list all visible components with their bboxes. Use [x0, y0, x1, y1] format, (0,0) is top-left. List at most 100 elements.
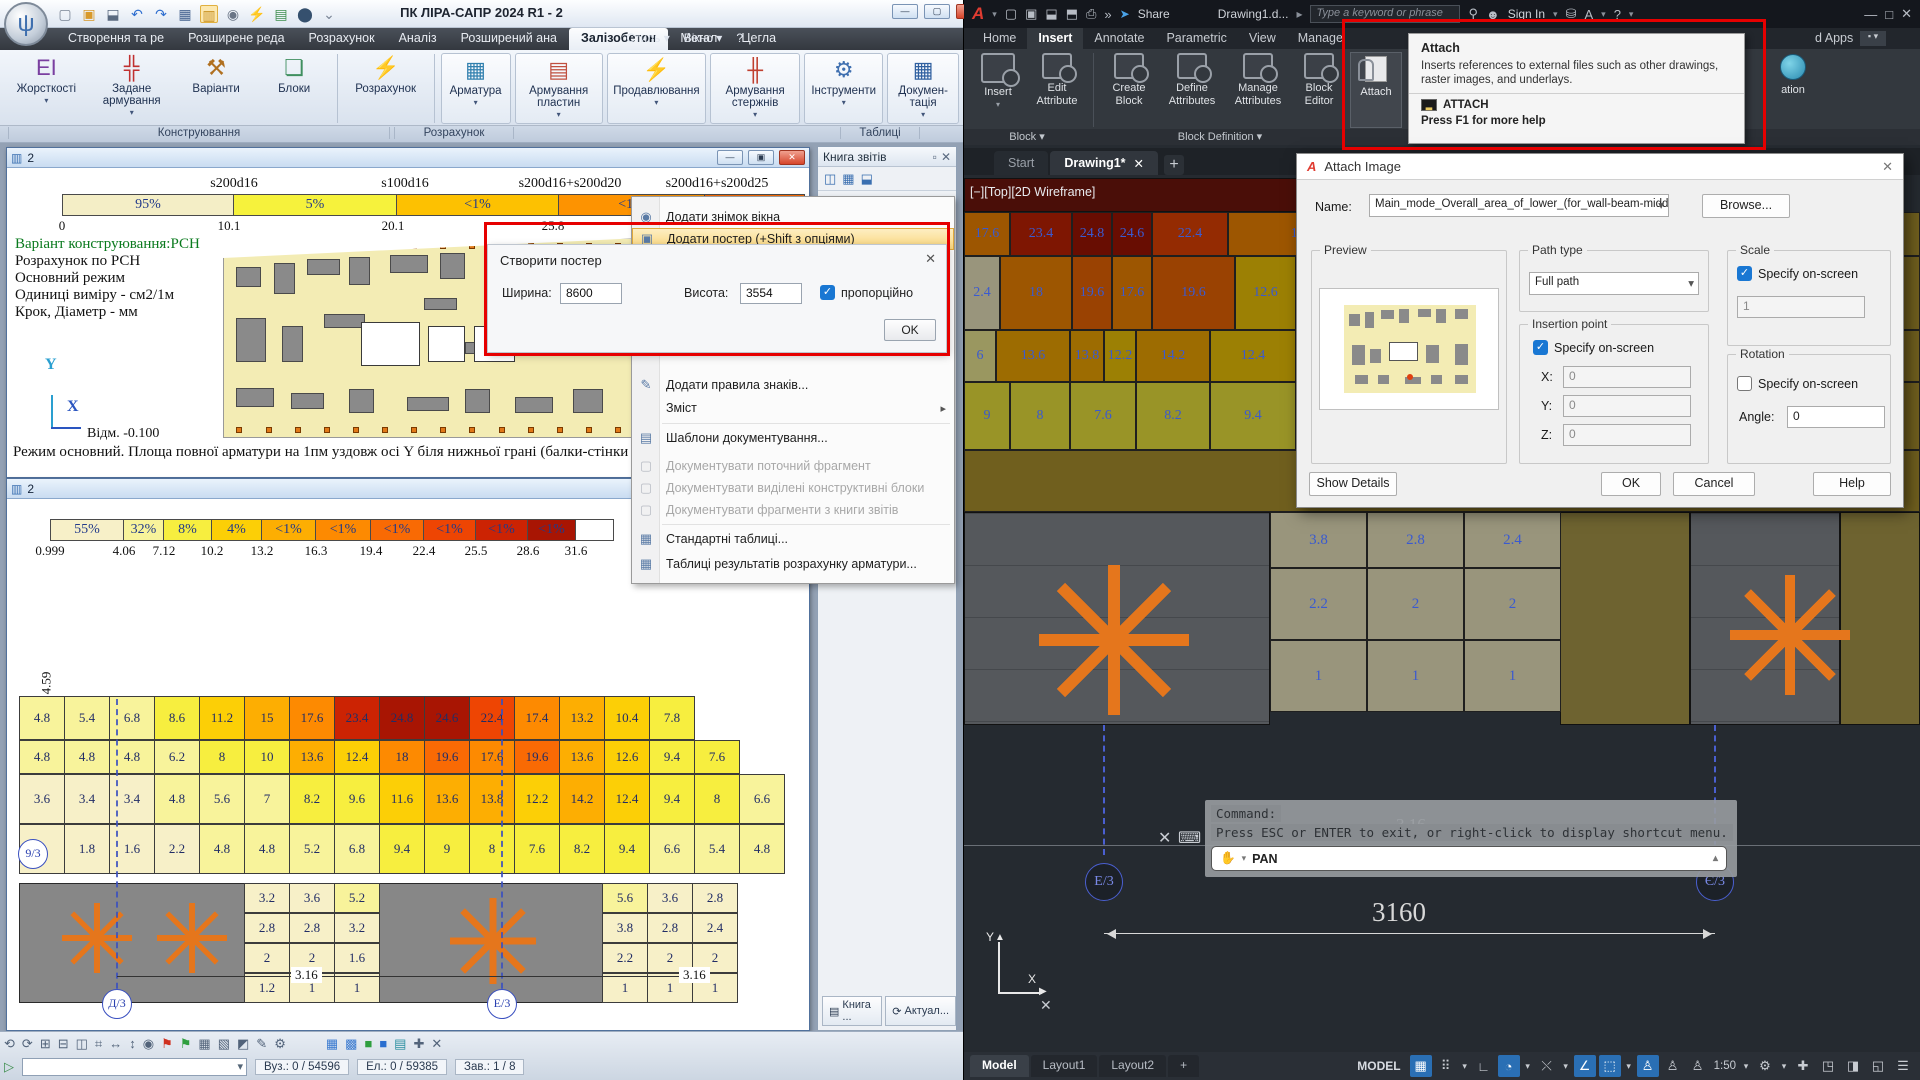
- lira-tab-3[interactable]: Розрахунок: [297, 28, 387, 50]
- group-block-definition[interactable]: Block Definition ▾: [1094, 130, 1346, 143]
- x-input[interactable]: 0: [1563, 366, 1691, 388]
- statusbar-toggle-13[interactable]: ♙: [1687, 1055, 1709, 1077]
- statusbar-toggle-3[interactable]: ∟: [1473, 1055, 1495, 1077]
- status-tool-icon-17[interactable]: ▦: [326, 1035, 338, 1053]
- qat-icon-4[interactable]: ↷: [152, 5, 170, 23]
- insertion-specify-checkbox[interactable]: ✓: [1533, 340, 1548, 355]
- statusbar-toggle-15[interactable]: ▾: [1741, 1055, 1751, 1077]
- statusbar-toggle-14[interactable]: 1:50: [1712, 1055, 1738, 1077]
- statusbar-toggle-0[interactable]: ▦: [1409, 1055, 1432, 1077]
- play-icon[interactable]: ▷: [4, 1058, 14, 1076]
- statusbar-toggle-7[interactable]: ▾: [1561, 1055, 1571, 1077]
- qat-icon-3[interactable]: ↶: [128, 5, 146, 23]
- doc-restore-button[interactable]: ▣: [748, 150, 774, 165]
- report-save-icon[interactable]: ⬓: [861, 170, 873, 188]
- expand-icon[interactable]: ▴: [1713, 853, 1718, 864]
- report-add-icon[interactable]: ◫: [824, 170, 836, 188]
- status-tool-icon-4[interactable]: ◫: [76, 1035, 88, 1053]
- qat-icon-11[interactable]: ⌄: [320, 5, 338, 23]
- create-block-button[interactable]: Create Block: [1099, 51, 1159, 129]
- close-icon[interactable]: ✕: [925, 251, 936, 267]
- ribbon-button-варіанти[interactable]: ⚒ Варіанти: [177, 52, 256, 125]
- pin-icon[interactable]: ▫: [933, 150, 937, 164]
- command-input-bar[interactable]: ✋ ▾ PAN ▴: [1211, 846, 1727, 871]
- status-tool-icon-1[interactable]: ⟳: [22, 1035, 33, 1053]
- attach-button[interactable]: Attach: [1350, 52, 1402, 128]
- tab-report-book[interactable]: ▤ Книга ...: [822, 996, 883, 1026]
- acad-minimize-button[interactable]: —: [1864, 7, 1877, 22]
- status-tool-icon-23[interactable]: ✕: [431, 1035, 442, 1053]
- edit-attribute-button[interactable]: Edit Attribute: [1026, 51, 1088, 129]
- lira-menu-Вікно[interactable]: Вікно ▾: [684, 31, 723, 45]
- acad-tab-home[interactable]: Home: [972, 28, 1027, 49]
- acad-maximize-button[interactable]: □: [1885, 7, 1893, 22]
- layout-tab-layout1[interactable]: Layout1: [1030, 1055, 1098, 1077]
- grid-bubble[interactable]: 9/3: [18, 839, 48, 869]
- status-tool-icon-9[interactable]: ⚑: [161, 1035, 173, 1053]
- status-tool-icon-20[interactable]: ■: [379, 1035, 387, 1053]
- show-details-button[interactable]: Show Details: [1309, 472, 1397, 496]
- search-input[interactable]: Type a keyword or phrase: [1310, 5, 1461, 23]
- ribbon-button-докумен-тація[interactable]: ▦ Докумен-тація ▾: [887, 53, 959, 124]
- close-icon[interactable]: ✕: [1134, 156, 1144, 171]
- more-icon[interactable]: »: [1104, 7, 1111, 22]
- new-drawing-tab-button[interactable]: +: [1164, 155, 1185, 175]
- store-icon[interactable]: ⛁: [1566, 6, 1577, 22]
- statusbar-toggle-5[interactable]: ▾: [1523, 1055, 1533, 1077]
- status-tool-icon-5[interactable]: ⌗: [95, 1035, 102, 1053]
- acad-tab-view[interactable]: View: [1238, 28, 1287, 49]
- manage-attributes-button[interactable]: Manage Attributes: [1225, 51, 1291, 129]
- statusbar-toggle-18[interactable]: ✚: [1792, 1055, 1814, 1077]
- doc-arrow-icon[interactable]: ▸: [1296, 7, 1302, 21]
- lira-minimize-button[interactable]: —: [892, 4, 918, 19]
- ok-button[interactable]: OK: [1601, 472, 1661, 496]
- statusbar-toggle-17[interactable]: ▾: [1779, 1055, 1789, 1077]
- z-input[interactable]: 0: [1563, 424, 1691, 446]
- status-tool-icon-7[interactable]: ↕: [129, 1035, 136, 1053]
- status-combo[interactable]: [22, 1058, 247, 1076]
- grid-bubble[interactable]: Е/3: [1085, 863, 1123, 901]
- acad-tab-insert[interactable]: Insert: [1027, 28, 1084, 49]
- context-menu-item-6[interactable]: ▤ Шаблони документування...: [632, 427, 954, 449]
- lira-tab-1[interactable]: Створення та ре: [56, 28, 176, 50]
- help-icon[interactable]: ?: [736, 31, 743, 45]
- sign-in-button[interactable]: Sign In: [1508, 7, 1545, 21]
- browse-button[interactable]: Browse...: [1702, 194, 1790, 218]
- group-block[interactable]: Block ▾: [964, 130, 1090, 143]
- statusbar-toggle-22[interactable]: ☰: [1892, 1055, 1914, 1077]
- new-icon[interactable]: ▢: [1005, 6, 1017, 22]
- ribbon-options-dropdown[interactable]: ▪ ▾: [1860, 31, 1886, 46]
- ribbon-button-армування-стержнів[interactable]: ╫ Армування стержнів ▾: [710, 53, 801, 124]
- statusbar-toggle-16[interactable]: ⚙: [1754, 1055, 1776, 1077]
- scale-input[interactable]: 1: [1737, 296, 1865, 318]
- close-icon[interactable]: ✕: [941, 150, 951, 164]
- qat-icon-10[interactable]: ⬤: [296, 5, 314, 23]
- plot-icon[interactable]: ⎙: [1086, 6, 1096, 22]
- acad-tab-manage[interactable]: Manage: [1287, 28, 1354, 49]
- qat-icon-2[interactable]: ⬓: [104, 5, 122, 23]
- acad-close-button[interactable]: ✕: [1901, 6, 1912, 22]
- y-input[interactable]: 0: [1563, 395, 1691, 417]
- doc-minimize-button[interactable]: —: [717, 150, 743, 165]
- dropdown-icon[interactable]: ▾: [1242, 853, 1247, 864]
- poster-height-input[interactable]: 3554: [740, 283, 802, 304]
- statusbar-toggle-2[interactable]: ▾: [1460, 1055, 1470, 1077]
- context-menu-item-4[interactable]: Зміст ▸: [632, 397, 954, 419]
- status-tool-icon-8[interactable]: ◉: [143, 1035, 154, 1053]
- status-tool-icon-11[interactable]: ▦: [198, 1035, 210, 1053]
- acad-tab-parametric[interactable]: Parametric: [1155, 28, 1237, 49]
- autodesk-a-icon[interactable]: A: [1584, 7, 1593, 22]
- lira-tab-2[interactable]: Розширене реда: [176, 28, 296, 50]
- grid-bubble[interactable]: Е/3: [487, 989, 517, 1019]
- statusbar-toggle-9[interactable]: ⬚: [1598, 1055, 1621, 1077]
- viewport-controls-label[interactable]: [−][Top][2D Wireframe]: [970, 185, 1095, 199]
- saveas-icon[interactable]: ⬒: [1066, 6, 1078, 22]
- qat-icon-1[interactable]: ▣: [80, 5, 98, 23]
- qat-icon-7[interactable]: ◉: [224, 5, 242, 23]
- help-icon[interactable]: ?: [1614, 7, 1621, 22]
- status-tool-icon-15[interactable]: ⚙: [274, 1035, 286, 1053]
- status-tool-icon-10[interactable]: ⚑: [180, 1035, 192, 1053]
- help-button[interactable]: Help: [1813, 472, 1891, 496]
- status-tool-icon-19[interactable]: ■: [364, 1035, 372, 1053]
- grid-bubble[interactable]: Д/3: [102, 989, 132, 1019]
